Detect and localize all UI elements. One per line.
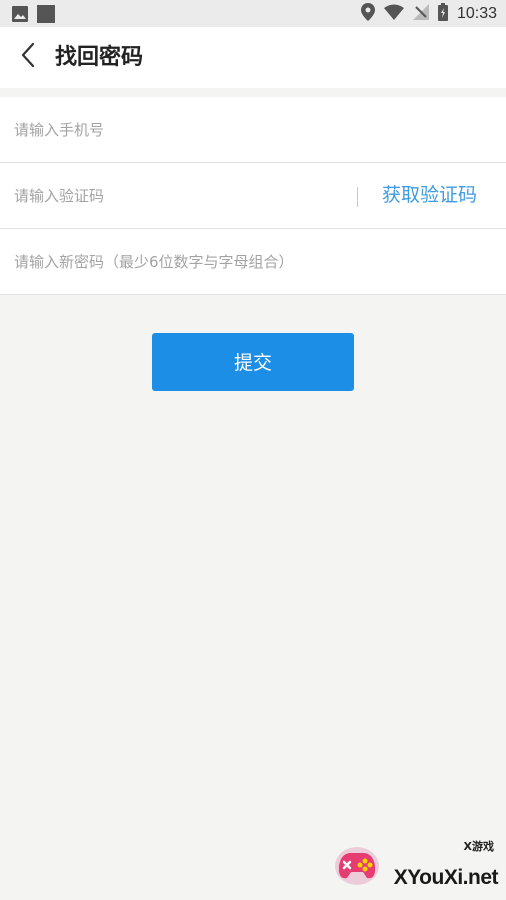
wifi-icon (383, 4, 404, 24)
watermark: X游戏 XYouXi.net (333, 838, 499, 892)
battery-icon (437, 3, 448, 25)
password-row (0, 229, 506, 295)
reset-password-form: 获取验证码 (0, 97, 506, 295)
status-right: 10:33 (360, 3, 497, 25)
location-icon (360, 3, 375, 25)
no-signal-icon (412, 4, 429, 24)
submit-button[interactable]: 提交 (152, 333, 354, 391)
page-title: 找回密码 (55, 45, 144, 70)
watermark-text: XYouXi.net (393, 866, 499, 889)
image-icon (12, 6, 28, 26)
code-row: 获取验证码 (0, 163, 506, 229)
new-password-input[interactable] (14, 229, 484, 294)
code-input[interactable] (14, 163, 344, 228)
status-time: 10:33 (456, 5, 497, 22)
back-button[interactable] (10, 39, 46, 75)
square-icon (37, 5, 55, 27)
phone-input[interactable] (14, 97, 484, 162)
watermark-small-text: X游戏 (463, 840, 494, 853)
chevron-left-icon (20, 42, 36, 72)
status-bar: 10:33 (0, 0, 506, 27)
gamepad-logo-icon (333, 844, 381, 892)
phone-row (0, 97, 506, 163)
app-header: 找回密码 (0, 27, 506, 88)
status-left (12, 5, 55, 27)
get-code-button[interactable]: 获取验证码 (382, 163, 477, 228)
code-divider (357, 187, 358, 207)
